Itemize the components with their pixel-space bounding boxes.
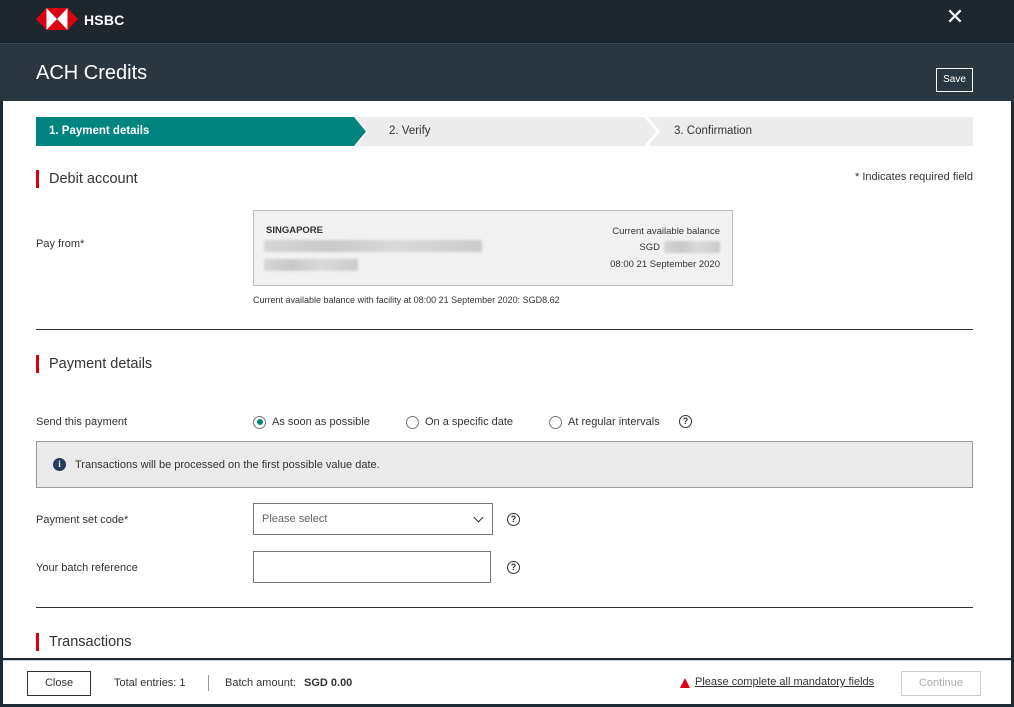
brand-name: HSBC bbox=[84, 12, 125, 28]
transactions-heading: Transactions bbox=[36, 633, 131, 651]
balance-timestamp: 08:00 21 September 2020 bbox=[610, 259, 720, 270]
step-confirmation: 3. Confirmation bbox=[648, 117, 973, 146]
batch-amount-value: SGD 0.00 bbox=[304, 677, 353, 689]
help-icon[interactable]: ? bbox=[679, 415, 692, 428]
warning-icon bbox=[680, 678, 690, 688]
page-title: ACH Credits bbox=[36, 62, 148, 84]
select-placeholder: Please select bbox=[262, 513, 328, 525]
account-country: SINGAPORE bbox=[266, 225, 324, 236]
step-verify: 2. Verify bbox=[356, 117, 656, 146]
send-payment-label: Send this payment bbox=[36, 416, 128, 428]
batch-reference-label: Your batch reference bbox=[36, 562, 138, 574]
divider bbox=[36, 329, 973, 330]
main-content: 1. Payment details 2. Verify 3. Confirma… bbox=[3, 101, 1011, 658]
hsbc-logo-icon bbox=[36, 8, 78, 30]
batch-reference-input[interactable] bbox=[253, 551, 491, 583]
radio-label: As soon as possible bbox=[272, 416, 370, 428]
save-button[interactable]: Save bbox=[936, 68, 973, 92]
payment-details-heading: Payment details bbox=[36, 355, 152, 373]
balance-currency: SGD bbox=[639, 242, 660, 253]
progress-stepper: 1. Payment details 2. Verify 3. Confirma… bbox=[36, 117, 973, 146]
info-icon: i bbox=[53, 458, 66, 471]
divider bbox=[36, 607, 973, 608]
payment-set-code-label: Payment set code* bbox=[36, 514, 129, 526]
info-text: Transactions will be processed on the fi… bbox=[75, 459, 380, 471]
mandatory-fields-link[interactable]: Please complete all mandatory fields bbox=[695, 676, 874, 688]
total-entries: Total entries: 1 bbox=[114, 677, 186, 689]
required-field-note: * Indicates required field bbox=[854, 171, 973, 183]
redacted-account-name bbox=[264, 240, 482, 252]
balance-label: Current available balance bbox=[612, 226, 720, 237]
facility-balance-note: Current available balance with facility … bbox=[253, 295, 560, 305]
payment-set-code-select[interactable]: Please select bbox=[253, 503, 493, 535]
continue-button[interactable]: Continue bbox=[901, 671, 981, 696]
radio-asap[interactable]: As soon as possible bbox=[253, 414, 370, 430]
help-icon[interactable]: ? bbox=[507, 513, 520, 526]
top-bar: HSBC ✕ bbox=[0, 0, 1014, 43]
redacted-account-number bbox=[264, 259, 358, 271]
radio-label: At regular intervals bbox=[568, 416, 660, 428]
close-icon[interactable]: ✕ bbox=[944, 4, 966, 30]
debit-account-card[interactable]: SINGAPORE Current available balance SGD … bbox=[253, 210, 733, 286]
step-payment-details: 1. Payment details bbox=[36, 117, 366, 146]
redacted-balance bbox=[664, 241, 720, 253]
pay-from-label: Pay from* bbox=[36, 238, 85, 250]
radio-button[interactable] bbox=[549, 415, 562, 429]
radio-specific-date[interactable]: On a specific date bbox=[406, 414, 513, 430]
radio-button[interactable] bbox=[406, 415, 419, 429]
close-button[interactable]: Close bbox=[27, 671, 91, 696]
chevron-down-icon bbox=[473, 512, 484, 523]
divider bbox=[208, 675, 209, 691]
radio-button-checked[interactable] bbox=[253, 415, 266, 429]
batch-amount-label: Batch amount: bbox=[225, 677, 296, 689]
radio-regular-intervals[interactable]: At regular intervals bbox=[549, 414, 660, 430]
help-icon[interactable]: ? bbox=[507, 561, 520, 574]
title-bar: ACH Credits Save bbox=[0, 43, 1014, 101]
info-message: i Transactions will be processed on the … bbox=[36, 441, 973, 488]
debit-account-heading: Debit account bbox=[36, 170, 138, 188]
radio-label: On a specific date bbox=[425, 416, 514, 428]
footer-bar: Close Total entries: 1 Batch amount: SGD… bbox=[3, 660, 1011, 704]
